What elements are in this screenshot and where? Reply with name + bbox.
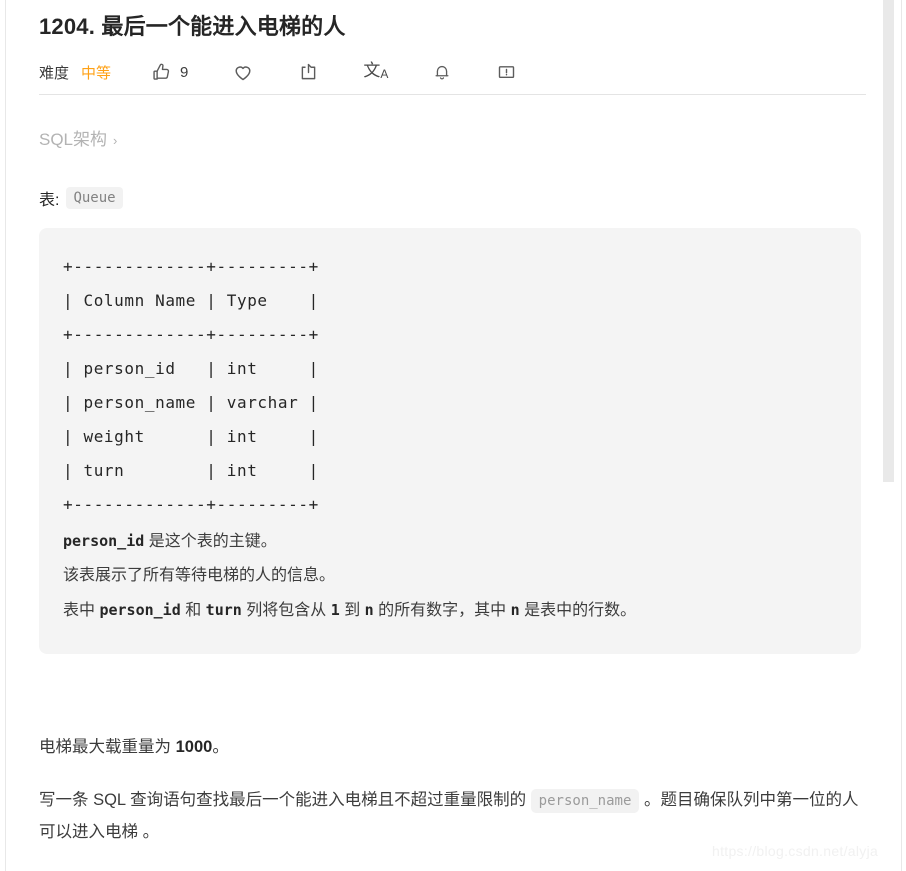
scrollbar-thumb[interactable] bbox=[883, 0, 894, 482]
note-code-one: 1 bbox=[330, 601, 340, 619]
note-code-person-id: person_id bbox=[63, 532, 145, 550]
note-code-n: n bbox=[364, 601, 374, 619]
schema-ascii-table: +-------------+---------+ | Column Name … bbox=[63, 257, 319, 514]
task-code-person-name: person_name bbox=[530, 789, 640, 813]
schema-code-block: +-------------+---------+ | Column Name … bbox=[39, 228, 861, 654]
translate-icon: 文A bbox=[363, 61, 389, 81]
translate-button[interactable]: 文A bbox=[363, 61, 389, 81]
note-code-n-2: n bbox=[510, 601, 520, 619]
note-text-3c: 列将包含从 bbox=[246, 602, 327, 619]
breadcrumb[interactable]: SQL架构 › bbox=[39, 125, 117, 150]
note-text-3d: 到 bbox=[344, 602, 361, 619]
schema-note-line-2: 该表展示了所有等待电梯的人的信息。 bbox=[63, 567, 336, 584]
schema-note-line-1: person_id 是这个表的主键。 bbox=[63, 524, 837, 559]
schema-table-name: Queue bbox=[66, 187, 123, 209]
note-text-1: 是这个表的主键。 bbox=[148, 533, 277, 550]
chevron-right-icon: › bbox=[113, 133, 118, 148]
task-paragraph: 写一条 SQL 查询语句查找最后一个能进入电梯且不超过重量限制的 person_… bbox=[39, 785, 869, 848]
note-text-3b: 和 bbox=[185, 602, 202, 619]
capacity-paragraph: 电梯最大载重量为 1000。 bbox=[39, 732, 869, 763]
feedback-button[interactable] bbox=[496, 62, 517, 83]
like-button[interactable]: 9 bbox=[151, 62, 188, 83]
note-code-person-id-2: person_id bbox=[99, 601, 181, 619]
note-text-3e: 的所有数字，其中 bbox=[378, 602, 507, 619]
notification-button[interactable] bbox=[432, 62, 452, 82]
note-text-3f: 是表中的行数。 bbox=[524, 602, 637, 619]
vertical-scrollbar[interactable] bbox=[883, 0, 900, 871]
favorite-button[interactable] bbox=[232, 61, 254, 83]
schema-note-line-3: 表中 person_id 和 turn 列将包含从 1 到 n 的所有数字，其中… bbox=[63, 593, 837, 628]
problem-meta-toolbar: 难度 中等 9 文A bbox=[39, 50, 871, 94]
note-code-turn: turn bbox=[205, 601, 242, 619]
capacity-text-a: 电梯最大载重量为 bbox=[39, 738, 176, 756]
schema-notes: person_id 是这个表的主键。 该表展示了所有等待电梯的人的信息。 表中 … bbox=[63, 524, 837, 628]
problem-description-panel: 1204. 最后一个能进入电梯的人 难度 中等 9 文A SQL架构 › 表: … bbox=[6, 0, 901, 871]
difficulty-label: 难度 bbox=[39, 64, 70, 82]
like-count: 9 bbox=[180, 63, 189, 81]
note-text-3a: 表中 bbox=[63, 602, 96, 619]
right-border-rule bbox=[901, 0, 902, 871]
thumbs-up-icon bbox=[151, 62, 172, 83]
capacity-value: 1000 bbox=[175, 738, 213, 756]
share-button[interactable] bbox=[298, 62, 319, 83]
header-divider bbox=[39, 94, 866, 95]
page-title: 1204. 最后一个能进入电梯的人 bbox=[39, 14, 346, 39]
difficulty-badge: 中等 bbox=[81, 64, 112, 82]
task-text-a: 写一条 SQL 查询语句查找最后一个能进入电梯且不超过重量限制的 bbox=[39, 791, 531, 809]
share-icon bbox=[298, 62, 319, 83]
capacity-text-b: 。 bbox=[212, 738, 229, 756]
heart-icon bbox=[232, 61, 254, 83]
comment-icon bbox=[496, 62, 517, 83]
breadcrumb-label: SQL架构 bbox=[39, 130, 108, 149]
schema-caption-text: 表: bbox=[39, 192, 60, 209]
schema-table-caption: 表: Queue bbox=[39, 186, 871, 210]
watermark: https://blog.csdn.net/alyja bbox=[712, 843, 879, 859]
bell-icon bbox=[432, 62, 452, 82]
